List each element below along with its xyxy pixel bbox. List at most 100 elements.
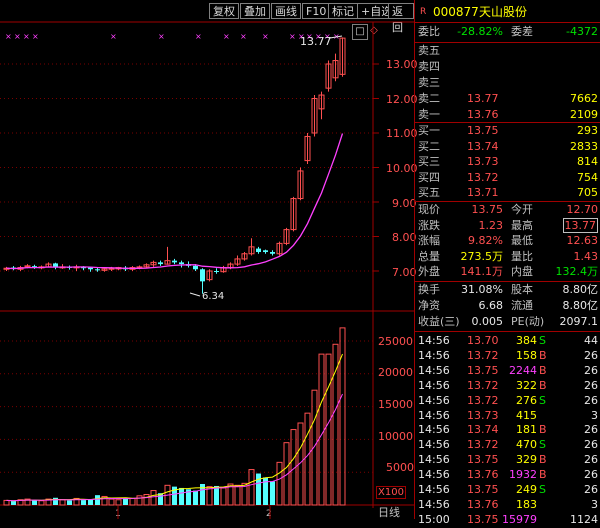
price-tick: 7.00 [392,266,417,279]
period-marker-2: 2 [266,509,272,519]
quote-row: 涨跌 1.23 最高 13.77 [415,217,600,234]
volume-bar [115,499,122,506]
event-marker: × [262,32,269,41]
price-ma-line [6,133,344,270]
candle-body [179,262,184,265]
tick-volume: 181 [516,423,537,437]
tick-count: 26 [584,468,598,482]
tick-row: 14:56 13.72 158 B 26 [415,348,600,364]
tick-row: 14:56 13.75 329 B 26 [415,452,600,468]
tick-volume: 15979 [502,512,537,526]
tick-price: 13.76 [467,468,499,482]
tick-price: 13.72 [467,378,499,392]
tick-time: 14:56 [418,348,450,362]
quote-label: 最高 [511,218,533,232]
candle-body [263,250,268,253]
tick-time: 14:56 [418,483,450,496]
stat-row: 收益(三) 0.005 PE(动) 2097.1 [415,314,600,330]
event-marker: × [223,32,230,41]
tick-price: 13.75 [467,483,499,496]
tick-time: 14:56 [418,438,450,452]
tick-side: S [539,483,546,496]
event-marker: × [23,32,30,41]
tick-time: 14:56 [418,393,450,407]
tick-row: 14:56 13.75 249 S 26 [415,482,600,498]
daily-period-tab[interactable]: 日线 [378,504,400,520]
order-price: 13.75 [467,124,499,137]
volume-bar [53,497,58,505]
candle-body [256,248,261,253]
price-tick: 9.00 [392,197,417,210]
order-price: 13.73 [467,155,499,169]
tick-price: 13.75 [467,512,499,526]
tick-time: 14:56 [418,423,450,437]
tick-side: B [539,348,547,362]
weicha-value: -4372 [566,25,598,38]
order-price: 13.76 [467,108,499,121]
order-volume: 814 [577,155,598,169]
price-tick: 12.00 [386,93,418,106]
quote-label: 涨跌 [418,218,440,232]
stock-header: R 000877 天山股份 [415,4,600,20]
tick-side: S [539,334,546,347]
event-markers: ×××××××××××××××× [5,32,340,41]
buy-order-row: 买二 13.74 2833 [415,139,600,155]
tick-volume: 329 [516,453,537,467]
quote-row: 涨幅 9.82% 最低 12.63 [415,233,600,249]
stat-label: 流通 [511,299,533,312]
price-tick: 10.00 [386,162,418,175]
weibi-label: 委比 [418,25,440,38]
stat-label: PE(动) [511,315,545,328]
tick-volume: 1932 [509,468,537,482]
volume-bar [179,487,184,505]
quote-label: 内盘 [511,265,533,279]
candle-body [172,260,177,263]
order-level-label: 买一 [418,124,440,137]
stock-name: 天山股份 [479,5,528,19]
tick-side: B [539,363,547,377]
tick-side: S [539,393,546,407]
tick-row: 14:56 13.76 183 3 [415,497,600,513]
event-marker: × [32,32,39,41]
volume-bars [3,327,346,506]
volume-bar [136,495,143,506]
order-volume: 293 [577,124,598,137]
quote-label: 涨幅 [418,234,440,248]
volume-bar [108,498,115,506]
tick-count: 26 [584,363,598,377]
buy-order-row: 买五 13.71 705 [415,185,600,201]
volume-bar [234,484,241,506]
tick-side: B [539,378,547,392]
buy-order-row: 买三 13.73 814 [415,154,600,170]
tick-price: 13.73 [467,408,499,422]
order-volume: 2833 [570,139,598,153]
tick-count: 26 [584,483,598,496]
tick-count: 26 [584,378,598,392]
kline-chart[interactable]: ×××××××××××××××× 13.77 6.34 1 2 [0,0,414,519]
tick-side: S [539,438,546,452]
price-tick: 8.00 [392,231,417,244]
quote-value: 273.5万 [460,249,504,263]
order-level-label: 买三 [418,155,440,169]
tick-time: 14:56 [418,408,450,422]
tick-volume: 183 [516,497,537,511]
volume-tick: 10000 [378,430,413,443]
order-level-label: 卖一 [418,108,440,121]
order-volume: 754 [577,170,598,184]
tick-volume: 158 [516,348,537,362]
sell-order-row: 卖三 [415,75,600,91]
volume-bar [81,500,86,505]
tick-price: 13.74 [467,423,499,437]
tick-volume: 415 [516,408,537,422]
order-volume: 2109 [570,108,598,121]
tick-volume: 470 [516,438,537,452]
tick-row: 14:56 13.73 415 3 [415,408,600,424]
order-price: 13.77 [467,92,499,105]
order-volume: 7662 [570,92,598,105]
volume-ma5-line [6,353,343,502]
tick-price: 13.75 [467,363,499,377]
high-price-label: 13.77 [300,35,332,48]
order-level-label: 卖三 [418,76,440,89]
tick-price: 13.70 [467,334,499,347]
tick-time: 14:56 [418,497,450,511]
